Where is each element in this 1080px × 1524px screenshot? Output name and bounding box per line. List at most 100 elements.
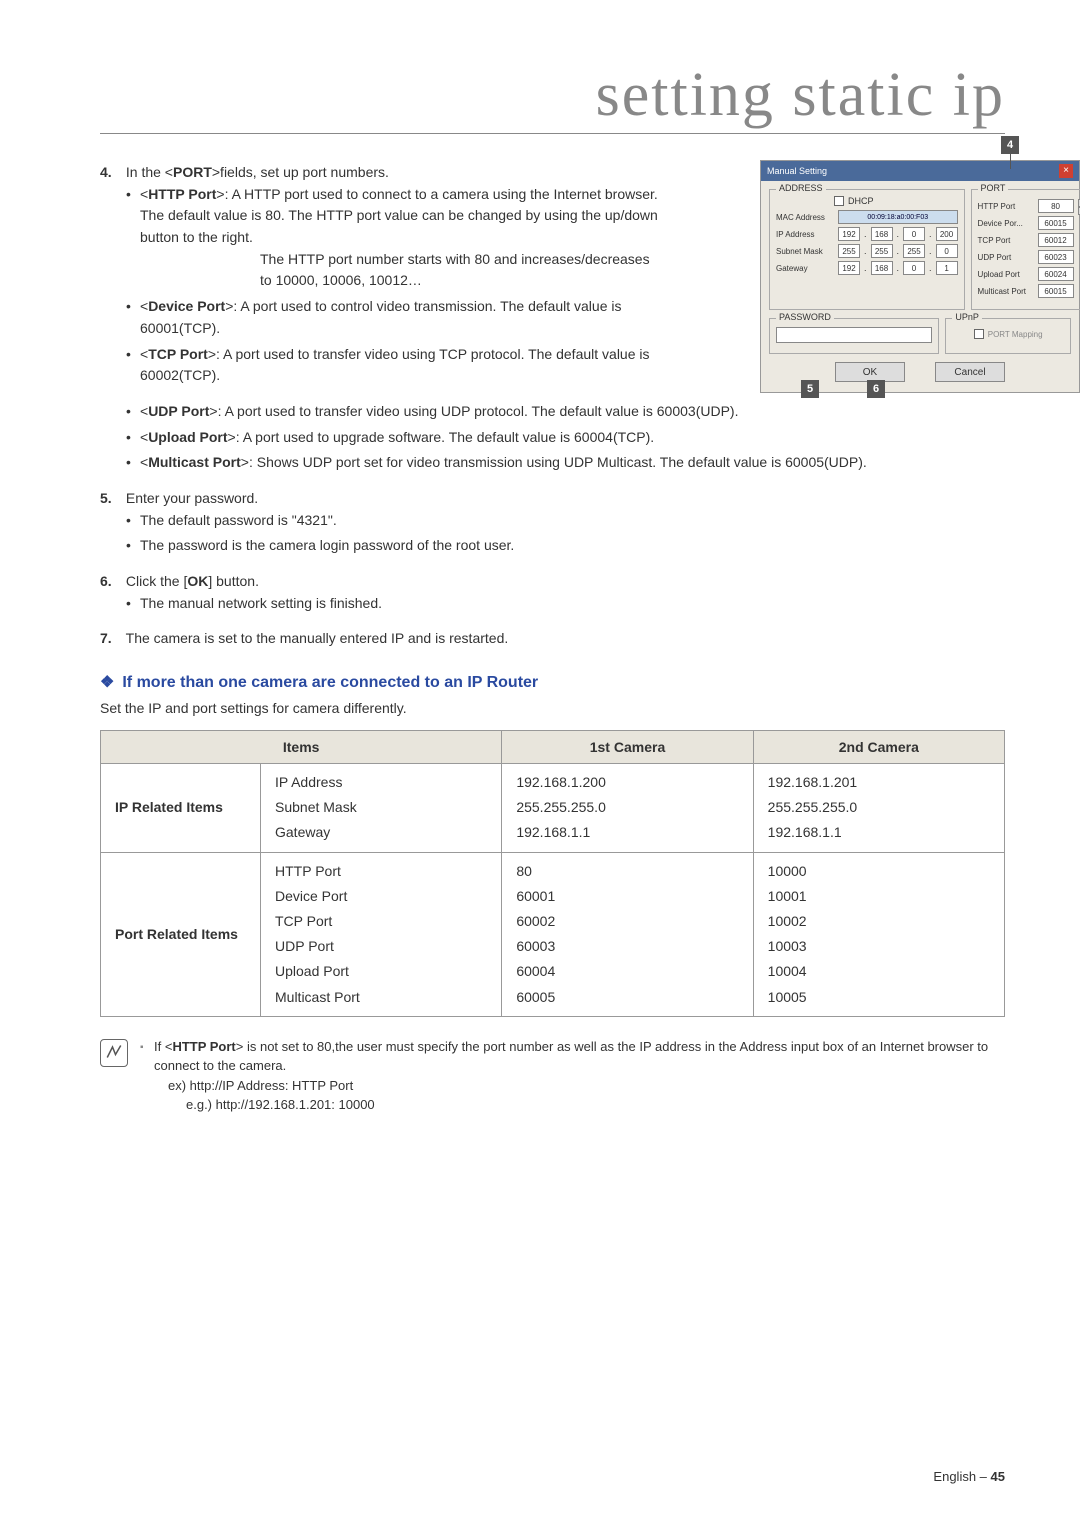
table-row: Port Related Items HTTP Port Device Port…: [101, 852, 1005, 1016]
step-7: 7. The camera is set to the manually ent…: [100, 628, 1005, 650]
row-head-port: Port Related Items: [101, 852, 261, 1016]
dhcp-checkbox-row: DHCP: [834, 196, 958, 206]
step-num-6: 6.: [100, 571, 122, 593]
cell-labels-ip: IP Address Subnet Mask Gateway: [261, 764, 502, 853]
note-icon: [100, 1039, 128, 1067]
gw-oct-3[interactable]: 0: [903, 261, 925, 275]
multicast-desc: : Shows UDP port set for video transmiss…: [249, 454, 867, 470]
list-item: <Device Port>: A port used to control vi…: [126, 296, 660, 339]
http-desc: : A HTTP port used to connect to a camer…: [140, 186, 658, 245]
port-label-multicast: Multicast Port: [978, 287, 1034, 296]
th-cam2: 2nd Camera: [753, 731, 1004, 764]
list-item: The default password is "4321".: [126, 510, 1005, 532]
close-icon[interactable]: ×: [1059, 164, 1073, 178]
dialog-titlebar: Manual Setting ×: [761, 161, 1079, 181]
callout-5: 5: [801, 380, 819, 398]
manual-setting-dialog: 4 Manual Setting × ADDRESS DHCP MAC Addr…: [760, 160, 1080, 393]
mac-label: MAC Address: [776, 213, 834, 222]
port-legend: PORT: [978, 183, 1009, 193]
sn-oct-3[interactable]: 255: [903, 244, 925, 258]
list-item: The manual network setting is finished.: [126, 593, 1005, 615]
page-title: setting static ip: [100, 60, 1005, 131]
term-http: HTTP Port: [148, 186, 216, 202]
upnp-fieldset: UPnP PORT Mapping: [945, 318, 1071, 354]
dhcp-checkbox[interactable]: [834, 196, 844, 206]
mac-value: 00:09:18:a0:00:F03: [838, 210, 958, 224]
port-val-udp[interactable]: 60023: [1038, 250, 1074, 264]
footer-lang: English –: [933, 1469, 986, 1484]
port-val-device[interactable]: 60015: [1038, 216, 1074, 230]
term-multicast: Multicast Port: [148, 454, 241, 470]
port-val-upload[interactable]: 60024: [1038, 267, 1074, 281]
port-val-tcp[interactable]: 60012: [1038, 233, 1074, 247]
th-items: Items: [101, 731, 502, 764]
dhcp-label: DHCP: [848, 196, 874, 206]
cell-cam1-ip: 192.168.1.200 255.255.255.0 192.168.1.1: [502, 764, 753, 853]
list-item: <HTTP Port>: A HTTP port used to connect…: [126, 184, 660, 292]
term-upload: Upload Port: [148, 429, 227, 445]
cell-cam2-ip: 192.168.1.201 255.255.255.0 192.168.1.1: [753, 764, 1004, 853]
gw-oct-1[interactable]: 192: [838, 261, 860, 275]
upnp-legend: UPnP: [952, 312, 982, 322]
list-item: <UDP Port>: A port used to transfer vide…: [126, 401, 1005, 423]
sn-oct-1[interactable]: 255: [838, 244, 860, 258]
diamond-icon: ❖: [100, 674, 114, 691]
upnp-label: PORT Mapping: [988, 330, 1043, 339]
sn-oct-4[interactable]: 0: [936, 244, 958, 258]
step-7-text: The camera is set to the manually entere…: [126, 630, 509, 646]
port-val-multicast[interactable]: 60015: [1038, 284, 1074, 298]
port-label-tcp: TCP Port: [978, 236, 1034, 245]
table-row: IP Related Items IP Address Subnet Mask …: [101, 764, 1005, 853]
ip-oct-4[interactable]: 200: [936, 227, 958, 241]
ip-oct-2[interactable]: 168: [871, 227, 893, 241]
tcp-desc: : A port used to transfer video using TC…: [140, 346, 650, 384]
port-fieldset: PORT HTTP Port 80 ▴ ▾ Device Por... 6001…: [971, 189, 1080, 310]
gateway-label: Gateway: [776, 264, 834, 273]
section-heading: ❖If more than one camera are connected t…: [100, 672, 1005, 692]
port-val-http[interactable]: 80: [1038, 199, 1074, 213]
page-footer: English – 45: [933, 1469, 1005, 1484]
port-label-http: HTTP Port: [978, 202, 1034, 211]
term-udp: UDP Port: [148, 403, 209, 419]
term-device: Device Port: [148, 298, 225, 314]
http-extra: The HTTP port number starts with 80 and …: [260, 249, 660, 292]
section-intro: Set the IP and port settings for camera …: [100, 700, 1005, 716]
upnp-checkbox[interactable]: [974, 329, 984, 339]
step-5: 5. Enter your password. The default pass…: [100, 488, 1005, 557]
cell-cam1-port: 80 60001 60002 60003 60004 60005: [502, 852, 753, 1016]
step-4: 4. In the <PORT>fields, set up port numb…: [100, 162, 660, 387]
subnet-label: Subnet Mask: [776, 247, 834, 256]
step-num-7: 7.: [100, 628, 122, 650]
ok-button[interactable]: OK: [835, 362, 905, 382]
list-item: The password is the camera login passwor…: [126, 535, 1005, 557]
step-5-text: Enter your password.: [126, 490, 258, 506]
ip-label: IP Address: [776, 230, 834, 239]
step-num-4: 4.: [100, 162, 122, 184]
password-input[interactable]: [776, 327, 932, 343]
udp-desc: : A port used to transfer video using UD…: [218, 403, 739, 419]
gw-oct-2[interactable]: 168: [871, 261, 893, 275]
port-label-upload: Upload Port: [978, 270, 1034, 279]
cancel-button[interactable]: Cancel: [935, 362, 1005, 382]
note-text: If <HTTP Port> is not set to 80,the user…: [140, 1037, 1005, 1115]
upload-desc: : A port used to upgrade software. The d…: [236, 429, 654, 445]
cell-labels-port: HTTP Port Device Port TCP Port UDP Port …: [261, 852, 502, 1016]
address-fieldset: ADDRESS DHCP MAC Address 00:09:18:a0:00:…: [769, 189, 965, 310]
list-item: <Multicast Port>: Shows UDP port set for…: [126, 452, 1005, 474]
gw-oct-4[interactable]: 1: [936, 261, 958, 275]
ip-oct-1[interactable]: 192: [838, 227, 860, 241]
port-label-device: Device Por...: [978, 219, 1034, 228]
sn-oct-2[interactable]: 255: [871, 244, 893, 258]
footer-page: 45: [991, 1469, 1005, 1484]
cell-cam2-port: 10000 10001 10002 10003 10004 10005: [753, 852, 1004, 1016]
list-item: <Upload Port>: A port used to upgrade so…: [126, 427, 1005, 449]
password-fieldset: PASSWORD: [769, 318, 939, 354]
callout-6: 6: [867, 380, 885, 398]
callout-4: 4: [1001, 136, 1019, 154]
list-item: <TCP Port>: A port used to transfer vide…: [126, 344, 660, 387]
note-box: If <HTTP Port> is not set to 80,the user…: [100, 1037, 1005, 1115]
step-num-5: 5.: [100, 488, 122, 510]
row-head-ip: IP Related Items: [101, 764, 261, 853]
ip-oct-3[interactable]: 0: [903, 227, 925, 241]
settings-table: Items 1st Camera 2nd Camera IP Related I…: [100, 730, 1005, 1017]
